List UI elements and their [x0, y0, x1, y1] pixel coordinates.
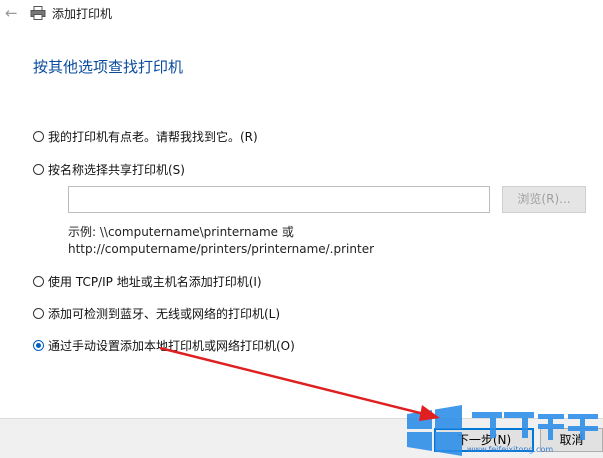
radio-old-printer[interactable]: [33, 130, 44, 142]
example-line-1: 示例: \\computername\printername 或: [68, 225, 294, 239]
window-title: 添加打印机: [52, 7, 113, 21]
option-tcpip[interactable]: 使用 TCP/IP 地址或主机名添加打印机(I): [33, 272, 262, 290]
example-line-2: http://computername/printers/printername…: [68, 242, 375, 256]
option-bluetooth-wireless[interactable]: 添加可检测到蓝牙、无线或网络的打印机(L): [33, 304, 280, 322]
share-example-text: 示例: \\computername\printername 或 http://…: [68, 224, 374, 258]
browse-button[interactable]: 浏览(R)...: [502, 186, 586, 213]
radio-tcpip[interactable]: [33, 275, 44, 287]
printer-icon: [30, 6, 46, 20]
option-label: 按名称选择共享打印机(S): [48, 162, 185, 177]
radio-manual-local[interactable]: [33, 339, 44, 351]
option-old-printer[interactable]: 我的打印机有点老。请帮我找到它。(R): [33, 127, 258, 145]
option-label: 添加可检测到蓝牙、无线或网络的打印机(L): [48, 306, 281, 321]
share-name-input[interactable]: [68, 186, 490, 213]
back-arrow-icon[interactable]: ←: [5, 4, 23, 22]
radio-bluetooth-wireless[interactable]: [33, 307, 44, 319]
option-label: 使用 TCP/IP 地址或主机名添加打印机(I): [48, 274, 262, 289]
page-heading: 按其他选项查找打印机: [33, 58, 184, 76]
option-label: 通过手动设置添加本地打印机或网络打印机(O): [48, 338, 295, 353]
radio-shared-by-name[interactable]: [33, 163, 44, 175]
option-label: 我的打印机有点老。请帮我找到它。(R): [48, 129, 258, 144]
option-manual-local[interactable]: 通过手动设置添加本地打印机或网络打印机(O): [33, 336, 295, 354]
watermark-url: www.feifeixitong.com: [467, 445, 554, 454]
option-shared-by-name[interactable]: 按名称选择共享打印机(S): [33, 160, 185, 178]
